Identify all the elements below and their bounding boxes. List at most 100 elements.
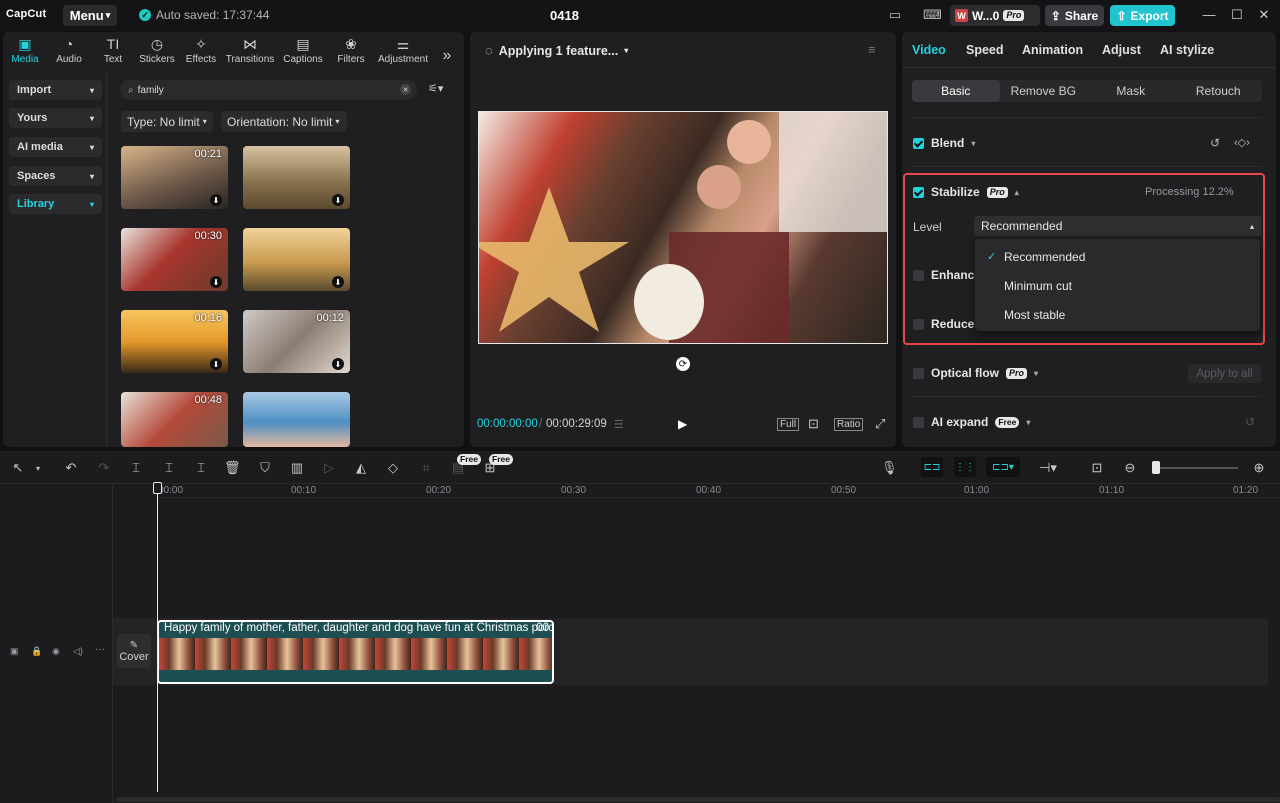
lock-icon[interactable]: 🔒	[31, 646, 42, 657]
marker-icon[interactable]: ⛉	[257, 460, 273, 476]
more-icon[interactable]: ···	[95, 644, 105, 655]
playhead-handle[interactable]	[153, 482, 162, 494]
play-range-icon[interactable]: ▷	[321, 460, 337, 476]
reset-icon[interactable]: ↺	[1245, 415, 1255, 429]
mirror-icon[interactable]: ◭	[353, 460, 369, 476]
ai-expand-row[interactable]: AI expand Free ▾	[913, 415, 1030, 429]
zoom-in-icon[interactable]: ⊕	[1251, 460, 1267, 476]
reset-icon[interactable]: ↺	[1210, 136, 1220, 150]
share-button[interactable]: ⇪ Share	[1045, 5, 1104, 26]
enhance-checkbox[interactable]	[913, 269, 924, 281]
split-right-icon[interactable]: ⌶	[193, 460, 209, 476]
media-thumbnail[interactable]: 00:30 ⬇	[121, 228, 228, 291]
playhead[interactable]	[157, 482, 158, 792]
reduce-checkbox[interactable]	[913, 318, 924, 330]
menu-button[interactable]: Menu ▾	[63, 5, 117, 26]
tab-animation[interactable]: Animation	[1022, 43, 1083, 57]
download-icon[interactable]: ⬇	[210, 358, 222, 370]
rotate-icon[interactable]: ⟳	[676, 357, 690, 371]
tab-stickers[interactable]: ◷ Stickers	[135, 34, 179, 68]
export-button[interactable]: ⇧ Export	[1110, 5, 1175, 26]
tab-filters[interactable]: ❀ Filters	[329, 34, 373, 68]
tab-text[interactable]: TI Text	[91, 34, 135, 68]
rotate-clip-icon[interactable]: ◇	[385, 460, 401, 476]
crop-icon[interactable]: ⌗	[418, 460, 434, 476]
media-thumbnail[interactable]: ⬇	[243, 228, 350, 291]
close-icon[interactable]: ✕	[1254, 7, 1274, 23]
download-icon[interactable]: ⬇	[332, 358, 344, 370]
freeze-icon[interactable]: ▥	[289, 460, 305, 476]
ai-expand-checkbox[interactable]	[913, 416, 924, 428]
media-thumbnail[interactable]: 00:48	[121, 392, 228, 447]
keyframe-icon[interactable]: ‹◇›	[1234, 136, 1250, 149]
delete-icon[interactable]: 🗑	[224, 460, 241, 476]
player-menu-icon[interactable]: ≡	[868, 42, 876, 57]
maximize-icon[interactable]: ☐	[1227, 7, 1247, 23]
ratio-button[interactable]: Ratio	[834, 418, 864, 431]
main-track-icon[interactable]: ⊏⊐▾	[986, 457, 1020, 477]
level-option-recommended[interactable]: Recommended	[1004, 250, 1085, 264]
select-tool-icon[interactable]: ↖	[10, 460, 26, 476]
undo-icon[interactable]: ↶	[63, 460, 79, 476]
media-thumbnail[interactable]: 00:21 ⬇	[121, 146, 228, 209]
eye-icon[interactable]: ◉	[52, 646, 60, 657]
tab-adjustment[interactable]: ⚌ Adjustment	[373, 34, 433, 68]
enhance-row[interactable]: Enhance	[913, 268, 981, 282]
video-clip[interactable]: Happy family of mother, father, daughter…	[157, 620, 554, 684]
type-filter[interactable]: Type: No limit ▾	[121, 111, 213, 132]
link-clips-icon[interactable]: ⊏⊐	[921, 457, 943, 477]
tab-transitions[interactable]: ⋈ Transitions	[223, 34, 277, 68]
apply-to-all-button[interactable]: Apply to all	[1188, 364, 1261, 383]
zoom-out-icon[interactable]: ⊖	[1122, 460, 1138, 476]
tab-captions[interactable]: ▤ Captions	[277, 34, 329, 68]
workspace-button[interactable]: W W...0 Pro	[950, 5, 1040, 26]
level-option-minimum-cut[interactable]: Minimum cut	[1004, 279, 1072, 293]
stabilize-checkbox[interactable]	[913, 186, 924, 198]
cover-button[interactable]: ✎ Cover	[117, 634, 151, 668]
blend-row[interactable]: Blend ▾	[913, 136, 975, 150]
sidebar-item-library[interactable]: Library ▾	[9, 194, 102, 214]
more-tabs-icon[interactable]: »	[433, 34, 461, 68]
redo-icon[interactable]: ↷	[96, 460, 112, 476]
download-icon[interactable]: ⬇	[332, 276, 344, 288]
subtab-mask[interactable]: Mask	[1087, 80, 1175, 102]
project-name[interactable]: 0418	[550, 8, 579, 23]
blend-checkbox[interactable]	[913, 137, 924, 149]
video-preview[interactable]	[478, 111, 888, 344]
tab-effects[interactable]: ✧ Effects	[179, 34, 223, 68]
microphone-icon[interactable]: 🎙	[881, 460, 898, 476]
chevron-down-icon[interactable]: ▾	[30, 464, 46, 473]
tab-media[interactable]: ▣ Media	[3, 34, 47, 68]
reduce-row[interactable]: Reduce	[913, 317, 974, 331]
mute-icon[interactable]: ◁)	[73, 646, 83, 657]
orientation-filter[interactable]: Orientation: No limit ▾	[221, 111, 347, 132]
sidebar-item-yours[interactable]: Yours ▾	[9, 108, 102, 128]
subtab-remove-bg[interactable]: Remove BG	[1000, 80, 1088, 102]
clear-search-icon[interactable]: ✕	[400, 84, 411, 95]
tab-speed[interactable]: Speed	[966, 43, 1004, 57]
keyboard-icon[interactable]: ⌨	[923, 7, 942, 23]
minimize-icon[interactable]: —	[1199, 7, 1219, 22]
player-status[interactable]: ◌ Applying 1 feature... ▾	[485, 43, 628, 58]
sidebar-item-import[interactable]: Import ▾	[9, 80, 102, 100]
tab-ai-stylize[interactable]: AI stylize	[1160, 43, 1214, 57]
level-select[interactable]: Recommended ▴	[974, 216, 1261, 236]
full-button[interactable]: Full	[777, 418, 800, 431]
media-thumbnail[interactable]: 00:12 ⬇	[243, 310, 350, 373]
snap-icon[interactable]: ⋮⋮	[954, 457, 976, 477]
download-icon[interactable]: ⬇	[332, 194, 344, 206]
sidebar-item-spaces[interactable]: Spaces ▾	[9, 166, 102, 186]
subtab-basic[interactable]: Basic	[912, 80, 1000, 102]
tab-adjust[interactable]: Adjust	[1102, 43, 1141, 57]
media-thumbnail[interactable]	[243, 392, 350, 447]
tab-audio[interactable]: ◔ Audio	[47, 34, 91, 68]
optical-flow-row[interactable]: Optical flow Pro ▾	[913, 366, 1038, 380]
search-input[interactable]: ⌕ family ✕	[120, 80, 417, 100]
tab-video[interactable]: Video	[912, 43, 946, 57]
zoom-slider-handle[interactable]	[1152, 461, 1160, 474]
preview-axis-icon[interactable]: ⊣▾	[1033, 460, 1063, 476]
fullscreen-icon[interactable]: ⤢	[875, 416, 885, 432]
fit-timeline-icon[interactable]: ⊡	[1089, 460, 1105, 476]
sidebar-item-ai-media[interactable]: AI media ▾	[9, 137, 102, 157]
stabilize-row[interactable]: Stabilize Pro ▴	[913, 185, 1019, 199]
